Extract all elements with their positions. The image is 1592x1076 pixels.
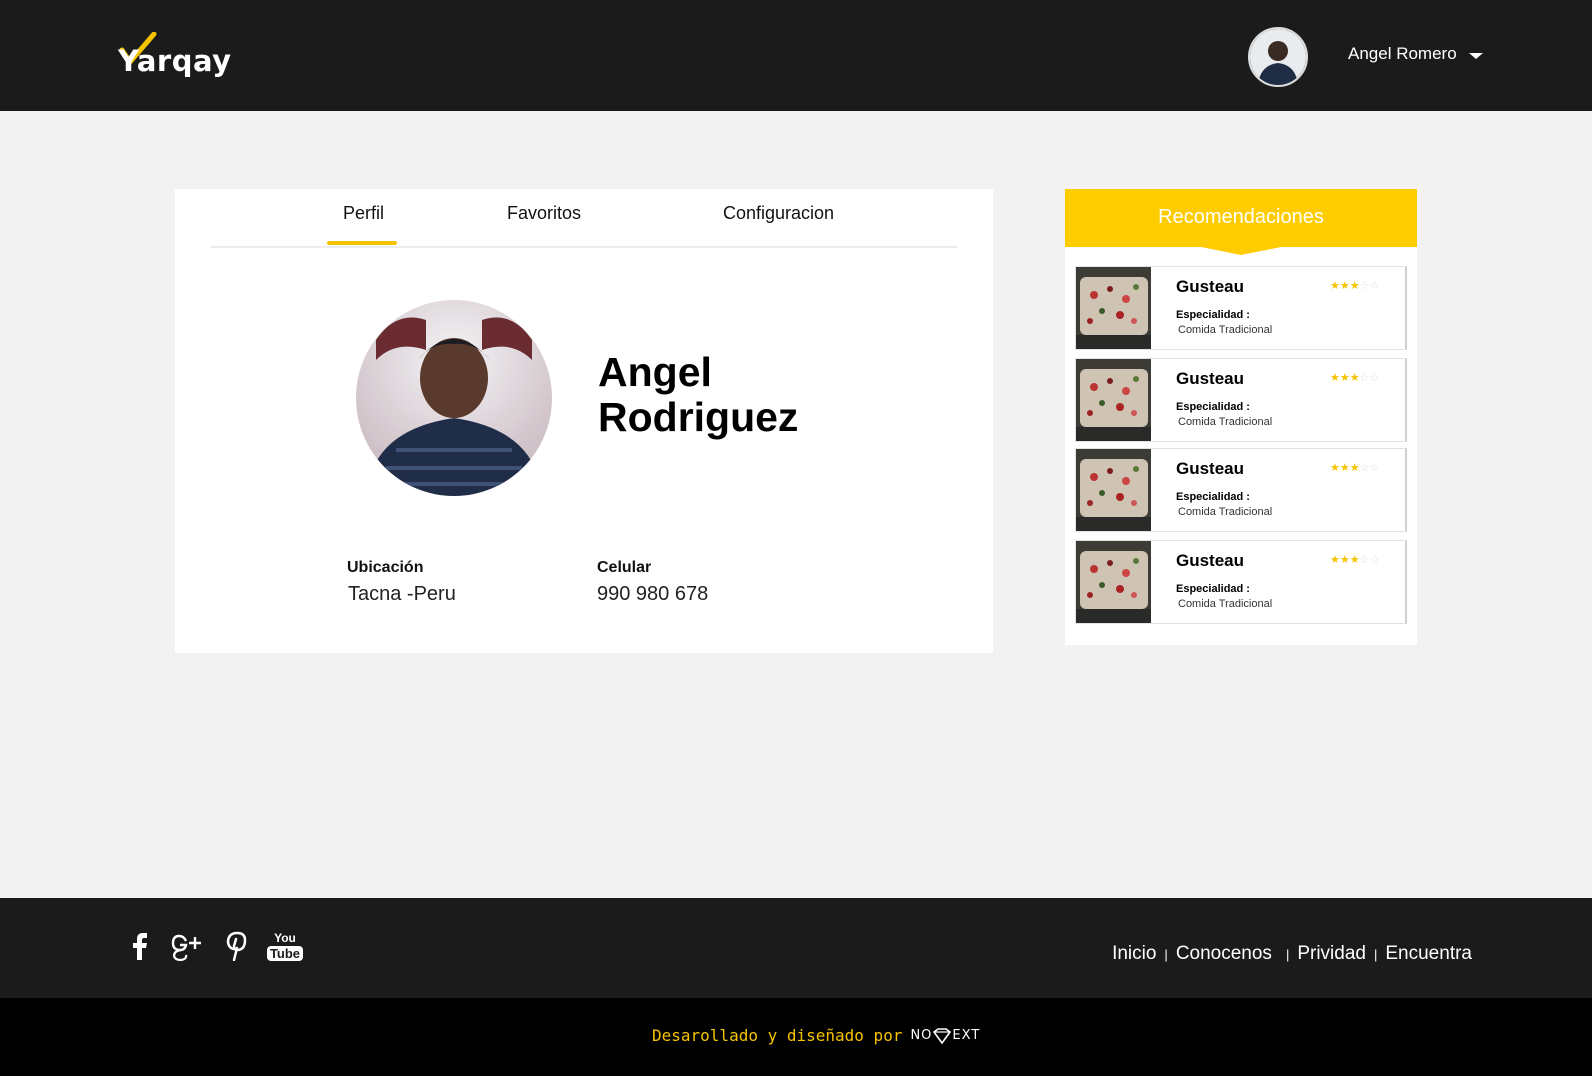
- google-plus-icon[interactable]: [170, 928, 202, 964]
- star-filled-icon: ★: [1349, 280, 1360, 292]
- specialty-label: Especialidad :: [1176, 583, 1250, 595]
- profile-name: Angel Rodriguez: [598, 350, 798, 440]
- footer-link-encuentra[interactable]: Encuentra: [1385, 943, 1472, 965]
- star-filled-icon: ★: [1339, 462, 1350, 474]
- phone-label: Celular: [597, 559, 652, 576]
- specialty-label: Especialidad :: [1176, 491, 1250, 503]
- profile-last-name: Rodriguez: [598, 394, 799, 440]
- star-empty-icon: ☆: [1359, 462, 1370, 474]
- food-thumbnail: [1076, 359, 1151, 441]
- star-filled-icon: ★: [1349, 554, 1360, 566]
- food-thumbnail: [1076, 449, 1151, 531]
- facebook-icon[interactable]: [128, 928, 152, 964]
- star-empty-icon: ☆: [1359, 554, 1370, 566]
- star-filled-icon: ★: [1330, 554, 1340, 566]
- rating-stars: ★★★☆☆: [1330, 553, 1379, 566]
- recommendations-panel: Recomendaciones Gusteau ★★★☆☆ Especialidad…: [1065, 189, 1417, 645]
- star-empty-icon: ☆: [1369, 372, 1380, 384]
- recommendations-title: Recomendaciones: [1065, 189, 1417, 247]
- profile-photo: [356, 300, 552, 496]
- location-label: Ubicación: [347, 559, 424, 576]
- restaurant-name: Gusteau: [1176, 459, 1245, 478]
- star-filled-icon: ★: [1330, 372, 1340, 384]
- footer: You Tube Inicio | Conocenos | Prividad |…: [0, 898, 1592, 998]
- novext-left: NO: [910, 1028, 933, 1043]
- avatar-photo: [1250, 29, 1306, 85]
- restaurant-name: Gusteau: [1176, 277, 1245, 296]
- header-notch: [1201, 247, 1281, 255]
- tab-perfil[interactable]: Perfil: [343, 203, 384, 224]
- active-tab-indicator: [327, 241, 397, 245]
- star-empty-icon: ☆: [1359, 372, 1370, 384]
- profile-first-name: Angel: [598, 349, 712, 395]
- youtube-text-bottom: Tube: [266, 945, 304, 961]
- tab-configuracion[interactable]: Configuracion: [723, 203, 834, 224]
- footer-separator: |: [1164, 946, 1168, 962]
- star-filled-icon: ★: [1330, 462, 1340, 474]
- credit-text: Desarollado y diseñado por: [652, 1026, 903, 1045]
- recommendation-item[interactable]: Gusteau ★★★☆☆ Especialidad : Comida Tradici…: [1075, 448, 1407, 532]
- star-empty-icon: ☆: [1369, 462, 1380, 474]
- specialty-label: Especialidad :: [1176, 309, 1250, 321]
- rating-stars: ★★★☆☆: [1330, 279, 1379, 292]
- profile-tabs: Perfil Favoritos Configuracion: [211, 189, 957, 248]
- credit-bar: Desarollado y diseñado por NO EXT: [0, 998, 1592, 1076]
- recommendation-item[interactable]: Gusteau ★★★☆☆ Especialidad : Comida Tradici…: [1075, 358, 1407, 442]
- rating-stars: ★★★☆☆: [1330, 371, 1379, 384]
- footer-link-inicio[interactable]: Inicio: [1112, 943, 1156, 965]
- rating-stars: ★★★☆☆: [1330, 461, 1379, 474]
- star-filled-icon: ★: [1349, 372, 1360, 384]
- star-filled-icon: ★: [1339, 554, 1350, 566]
- specialty-value: Comida Tradicional: [1178, 416, 1273, 428]
- profile-card: Perfil Favoritos Configuracion Angel Rod…: [175, 189, 993, 653]
- restaurant-name: Gusteau: [1176, 551, 1245, 570]
- location-value: Tacna -Peru: [348, 583, 456, 605]
- brand-logo[interactable]: Yarqay: [118, 32, 231, 82]
- user-avatar[interactable]: [1248, 27, 1308, 87]
- star-filled-icon: ★: [1330, 280, 1340, 292]
- recommendation-item[interactable]: Gusteau ★★★☆☆ Especialidad : Comida Tradici…: [1075, 266, 1407, 350]
- brand-name: Yarqay: [118, 44, 232, 78]
- star-empty-icon: ☆: [1369, 280, 1380, 292]
- specialty-value: Comida Tradicional: [1178, 598, 1273, 610]
- footer-nav: Inicio | Conocenos | Prividad | Encuentr…: [1112, 943, 1472, 965]
- specialty-label: Especialidad :: [1176, 401, 1250, 413]
- food-thumbnail: [1076, 267, 1151, 349]
- tab-favoritos[interactable]: Favoritos: [507, 203, 581, 224]
- footer-separator: |: [1285, 946, 1290, 962]
- food-thumbnail: [1076, 541, 1151, 623]
- specialty-value: Comida Tradicional: [1178, 506, 1273, 518]
- star-filled-icon: ★: [1349, 462, 1360, 474]
- star-filled-icon: ★: [1339, 280, 1350, 292]
- specialty-value: Comida Tradicional: [1178, 324, 1273, 336]
- star-filled-icon: ★: [1339, 372, 1350, 384]
- recommendation-item[interactable]: Gusteau ★★★☆☆ Especialidad : Comida Tradici…: [1075, 540, 1407, 624]
- footer-link-conocenos[interactable]: Conocenos: [1176, 943, 1272, 965]
- star-empty-icon: ☆: [1369, 554, 1380, 566]
- youtube-icon[interactable]: You Tube: [266, 928, 304, 964]
- user-name: Angel Romero: [1348, 44, 1457, 63]
- pinterest-icon[interactable]: [222, 928, 250, 964]
- novext-right: EXT: [952, 1028, 981, 1043]
- footer-separator: |: [1373, 946, 1378, 962]
- user-menu-toggle[interactable]: Angel Romero: [1348, 44, 1483, 64]
- star-empty-icon: ☆: [1359, 280, 1370, 292]
- chevron-down-icon: [1468, 52, 1483, 59]
- footer-link-privacidad[interactable]: Prividad: [1297, 943, 1366, 965]
- youtube-text-top: You: [274, 930, 296, 945]
- top-header: Yarqay Angel Romero: [0, 0, 1592, 111]
- phone-value: 990 980 678: [597, 583, 709, 605]
- credit-line: Desarollado y diseñado por NO EXT: [652, 1026, 980, 1045]
- restaurant-name: Gusteau: [1176, 369, 1245, 388]
- novext-logo[interactable]: NO EXT: [910, 1027, 981, 1044]
- diamond-icon: [933, 1027, 952, 1044]
